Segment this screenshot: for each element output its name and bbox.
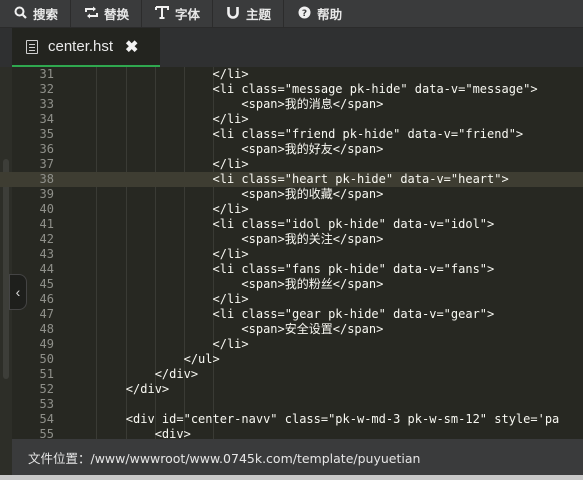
line-code: </li> (68, 292, 249, 306)
code-line: 47 <li class="gear pk-hide" data-v="gear… (0, 307, 583, 322)
line-number: 41 (39, 217, 54, 231)
code-line: 48 <span>安全设置</span> (0, 322, 583, 337)
tab-bar: center.hst ✖ (0, 28, 583, 67)
code-line: 44 <li class="fans pk-hide" data-v="fans… (0, 262, 583, 277)
line-number: 50 (39, 352, 54, 366)
line-number: 32 (39, 82, 54, 96)
code-line: 32 <li class="message pk-hide" data-v="m… (0, 82, 583, 97)
line-code: <div> (68, 427, 191, 439)
code-line: 39 <span>我的收藏</span> (0, 187, 583, 202)
status-left-margin (0, 439, 12, 475)
search-icon (12, 6, 28, 22)
line-number: 55 (39, 427, 54, 439)
theme-button[interactable]: 主题 (213, 0, 283, 27)
line-code: </li> (68, 247, 249, 261)
line-code: <span>我的粉丝</span> (68, 277, 384, 291)
code-line: 42 <span>我的关注</span> (0, 232, 583, 247)
line-number: 48 (39, 322, 54, 336)
line-code: <span>安全设置</span> (68, 322, 384, 336)
line-code: <span>我的消息</span> (68, 97, 384, 111)
theme-icon (225, 6, 241, 22)
line-code: <li class="friend pk-hide" data-v="frien… (68, 127, 524, 141)
help-icon: ? (296, 6, 312, 22)
line-code: <span>我的收藏</span> (68, 187, 384, 201)
code-line: 50 </ul> (0, 352, 583, 367)
code-line: 49 </li> (0, 337, 583, 352)
code-line: 51 </div> (0, 367, 583, 382)
line-code: </li> (68, 67, 249, 81)
search-button[interactable]: 搜索 (0, 0, 70, 27)
line-code: </div> (68, 382, 170, 396)
status-bar: 文件位置：/www/wwwroot/www.0745k.com/template… (12, 439, 583, 475)
line-number: 33 (39, 97, 54, 111)
line-code: <li class="idol pk-hide" data-v="idol"> (68, 217, 495, 231)
line-code: </li> (68, 202, 249, 216)
code-line: 33 <span>我的消息</span> (0, 97, 583, 112)
line-number: 38 (39, 172, 54, 186)
tab-filename: center.hst (48, 38, 114, 55)
line-number: 40 (39, 202, 54, 216)
code-line: 55 <div> (0, 427, 583, 439)
code-line: 46 </li> (0, 292, 583, 307)
line-number: 31 (39, 67, 54, 81)
code-line: 41 <li class="idol pk-hide" data-v="idol… (0, 217, 583, 232)
line-number: 39 (39, 187, 54, 201)
line-code: <span>我的好友</span> (68, 142, 384, 156)
line-number: 49 (39, 337, 54, 351)
line-number: 53 (39, 397, 54, 411)
code-line: 35 <li class="friend pk-hide" data-v="fr… (0, 127, 583, 142)
code-line: 40 </li> (0, 202, 583, 217)
font-label: 字体 (175, 7, 201, 22)
help-label: 帮助 (317, 7, 343, 22)
code-line: 45 <span>我的粉丝</span> (0, 277, 583, 292)
svg-text:?: ? (301, 9, 306, 19)
replace-button[interactable]: 替换 (71, 0, 141, 27)
code-line: 54 <div id="center-navv" class="pk-w-md-… (0, 412, 583, 427)
line-number: 35 (39, 127, 54, 141)
font-button[interactable]: 字体 (142, 0, 212, 27)
line-number: 42 (39, 232, 54, 246)
line-number: 36 (39, 142, 54, 156)
code-line: 38 <li class="heart pk-hide" data-v="hea… (0, 172, 583, 187)
line-code: </div> (68, 367, 199, 381)
tab-center-hst[interactable]: center.hst ✖ (12, 28, 160, 67)
line-number: 43 (39, 247, 54, 261)
line-code: <li class="message pk-hide" data-v="mess… (68, 82, 538, 96)
chevron-left-icon[interactable]: ‹ (9, 274, 27, 310)
line-code: <span>我的关注</span> (68, 232, 384, 246)
file-icon (26, 39, 38, 54)
line-number: 37 (39, 157, 54, 171)
help-button[interactable]: ? 帮助 (284, 0, 354, 27)
line-number: 51 (39, 367, 54, 381)
code-line: 31 </li> (0, 67, 583, 82)
line-code: <li class="fans pk-hide" data-v="fans"> (68, 262, 495, 276)
window-bottom-edge (0, 475, 583, 480)
line-code: <div id="center-navv" class="pk-w-md-3 p… (68, 412, 560, 426)
line-code: <li class="gear pk-hide" data-v="gear"> (68, 307, 495, 321)
code-line: 52 </div> (0, 382, 583, 397)
line-code: </li> (68, 337, 249, 351)
line-code: </li> (68, 112, 249, 126)
code-line: 43 </li> (0, 247, 583, 262)
replace-label: 替换 (104, 7, 130, 22)
code-line: 53 (0, 397, 583, 412)
code-line: 37 </li> (0, 157, 583, 172)
line-code: </ul> (68, 352, 220, 366)
code-line: 34 </li> (0, 112, 583, 127)
search-label: 搜索 (33, 7, 59, 22)
close-icon[interactable]: ✖ (125, 37, 138, 57)
line-number: 52 (39, 382, 54, 396)
line-number: 34 (39, 112, 54, 126)
file-path: 文件位置：/www/wwwroot/www.0745k.com/template… (28, 450, 421, 466)
code-editor[interactable]: 31 </li> 32 <li class="message pk-hide" d… (0, 67, 583, 439)
line-code: <li class="heart pk-hide" data-v="heart"… (68, 172, 509, 186)
toolbar: 搜索 替换 字体 主题 ? 帮助 (0, 0, 583, 28)
code-line: 36 <span>我的好友</span> (0, 142, 583, 157)
line-number: 54 (39, 412, 54, 426)
theme-label: 主题 (246, 7, 272, 22)
font-icon (154, 5, 170, 22)
replace-icon (83, 6, 99, 22)
line-code: </li> (68, 157, 249, 171)
